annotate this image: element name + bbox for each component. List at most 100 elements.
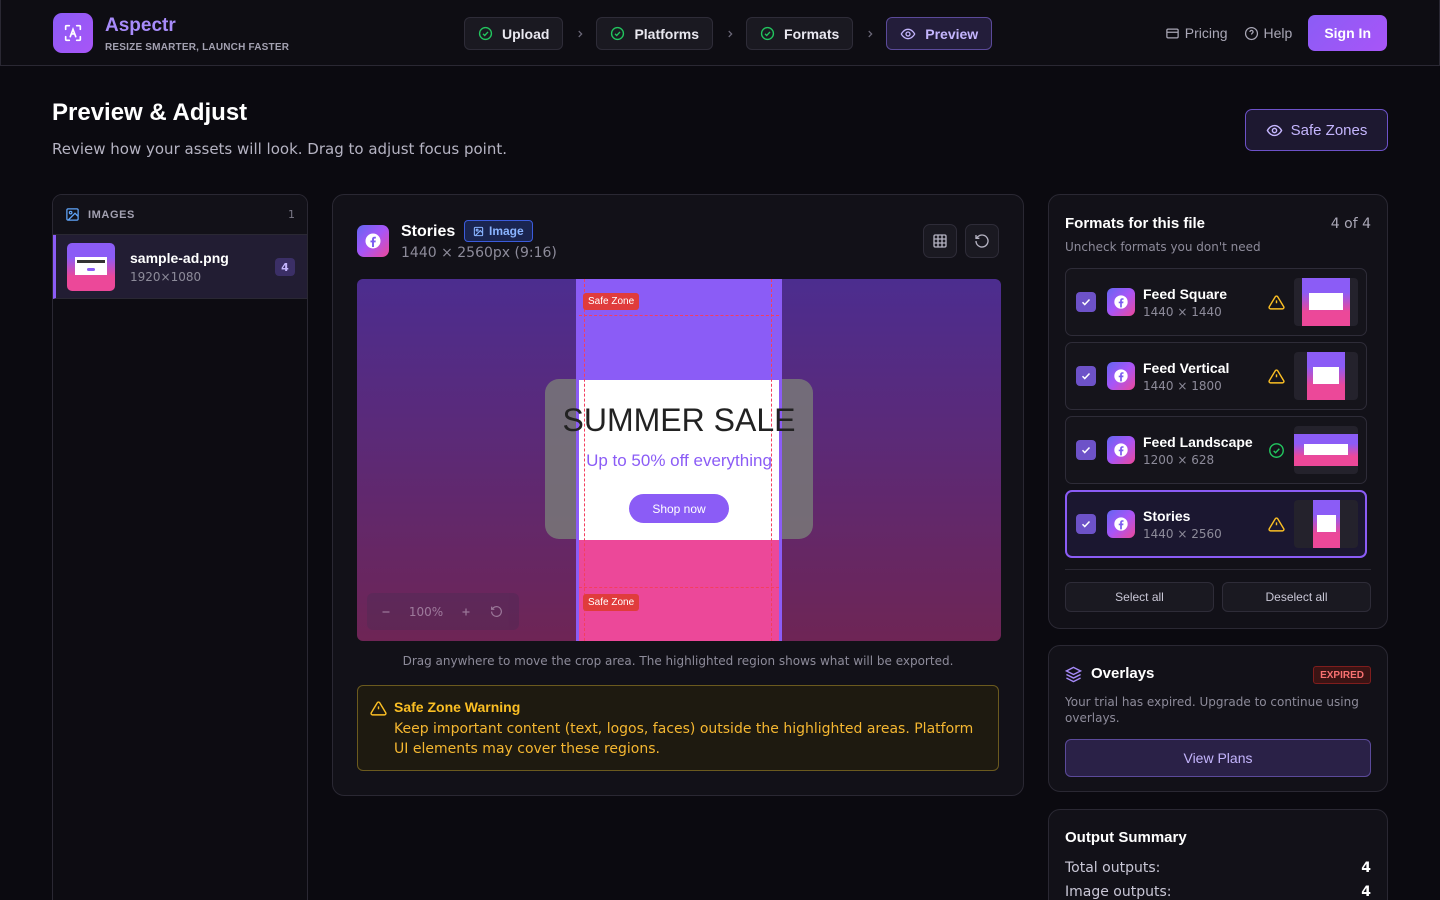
format-dimensions: 1440 × 1800	[1143, 379, 1222, 393]
check-circle-icon	[611, 26, 625, 41]
format-name: Stories	[1143, 508, 1191, 524]
step-preview[interactable]: Preview	[886, 17, 993, 50]
grid-toggle-button[interactable]	[923, 224, 957, 258]
file-thumbnail	[67, 242, 115, 291]
images-count: 1	[288, 208, 295, 221]
check-circle-icon	[760, 26, 775, 41]
step-upload[interactable]: Upload	[464, 17, 564, 50]
images-panel: IMAGES 1 sample-ad.png 1920×1080 4	[52, 194, 308, 900]
zoom-reset-button[interactable]	[483, 599, 509, 625]
zoom-level: 100%	[408, 604, 444, 619]
summary-label: Image outputs:	[1065, 884, 1172, 900]
select-all-button[interactable]: Select all	[1065, 582, 1214, 612]
page-subtitle: Review how your assets will look. Drag t…	[52, 140, 507, 158]
plus-icon	[462, 608, 470, 615]
sign-in-button[interactable]: Sign In	[1308, 15, 1387, 51]
image-icon	[66, 208, 79, 221]
image-icon	[473, 226, 484, 236]
deselect-all-button[interactable]: Deselect all	[1222, 582, 1371, 612]
summary-value: 4	[1361, 884, 1371, 900]
format-name: Feed Square	[1143, 286, 1228, 302]
format-checkbox[interactable]	[1076, 366, 1096, 386]
format-card-feed-vertical[interactable]: Feed Vertical 1440 × 1800	[1065, 342, 1367, 410]
format-card-feed-square[interactable]: Feed Square 1440 × 1440	[1065, 268, 1367, 336]
crop-hint: Drag anywhere to move the crop area. The…	[402, 654, 954, 668]
crop-bg-bottom	[579, 540, 779, 641]
help-link[interactable]: Help	[1244, 25, 1293, 41]
pricing-label: Pricing	[1184, 25, 1228, 41]
format-preview-thumbnail	[1294, 278, 1358, 326]
summary-row-total: Total outputs: 4	[1065, 860, 1371, 880]
credit-card-icon	[1165, 28, 1179, 38]
preview-dimensions: 1440 × 2560px (9:16)	[401, 245, 557, 261]
formats-panel-subtitle: Uncheck formats you don't need	[1065, 240, 1261, 254]
format-checkbox[interactable]	[1076, 440, 1096, 460]
format-checkbox[interactable]	[1076, 514, 1096, 534]
format-checkbox[interactable]	[1076, 292, 1096, 312]
aspect-ratio-icon	[64, 24, 82, 42]
zoom-in-button[interactable]	[453, 599, 479, 625]
format-dimensions: 1200 × 628	[1143, 453, 1215, 467]
help-circle-icon	[1244, 26, 1258, 40]
formats-panel-title: Formats for this file	[1065, 215, 1206, 232]
chevron-right-icon	[563, 29, 596, 39]
format-dimensions: 1440 × 2560	[1143, 527, 1222, 541]
zoom-out-button[interactable]	[373, 599, 399, 625]
file-list-item[interactable]: sample-ad.png 1920×1080 4	[53, 235, 307, 299]
format-count-badge: 4	[275, 258, 295, 276]
file-dimensions: 1920×1080	[130, 270, 202, 284]
formats-divider	[1065, 569, 1371, 570]
app-logo[interactable]	[53, 13, 93, 53]
step-platforms[interactable]: Platforms	[596, 17, 714, 50]
step-formats[interactable]: Formats	[746, 17, 854, 50]
formats-panel: Formats for this file 4 of 4 Uncheck for…	[1048, 194, 1388, 629]
chevron-right-icon	[713, 29, 746, 39]
format-dimensions: 1440 × 1440	[1143, 305, 1222, 319]
safe-zone-label-bottom: Safe Zone	[583, 594, 640, 611]
preview-format-name: Stories	[401, 223, 456, 240]
alert-triangle-icon	[370, 701, 387, 716]
check-icon	[1081, 446, 1091, 454]
step-label: Upload	[502, 25, 550, 42]
check-icon	[1081, 372, 1091, 380]
facebook-icon	[357, 225, 389, 257]
wizard-steps: Upload Platforms Formats Preview	[464, 17, 993, 50]
asset-type-label: Image	[489, 224, 524, 238]
facebook-icon	[1107, 510, 1135, 538]
app-tagline: RESIZE SMARTER, LAUNCH FASTER	[105, 42, 290, 53]
alert-triangle-icon	[1268, 369, 1285, 384]
safe-zones-toggle-button[interactable]: Safe Zones	[1245, 109, 1388, 151]
view-plans-button[interactable]: View Plans	[1065, 739, 1371, 777]
format-card-stories[interactable]: Stories 1440 × 2560	[1065, 490, 1367, 558]
chevron-right-icon	[853, 29, 886, 39]
pricing-link[interactable]: Pricing	[1165, 25, 1228, 41]
facebook-icon	[1107, 288, 1135, 316]
safe-zone-warning: Safe Zone Warning Keep important content…	[357, 685, 999, 771]
header-actions: Pricing Help Sign In	[1165, 15, 1387, 51]
facebook-icon	[1107, 436, 1135, 464]
rotate-ccw-icon	[490, 606, 502, 617]
check-circle-icon	[1269, 443, 1284, 458]
preview-panel: Stories Image 1440 × 2560px (9:16) Safe …	[332, 194, 1024, 796]
warning-title: Safe Zone Warning	[394, 699, 521, 715]
step-label: Formats	[784, 25, 840, 42]
check-icon	[1081, 520, 1091, 528]
minus-icon	[382, 610, 390, 613]
ad-cta-button: Shop now	[629, 494, 729, 523]
overlays-panel: Overlays EXPIRED Your trial has expired.…	[1048, 645, 1388, 792]
help-label: Help	[1263, 25, 1293, 41]
step-label: Preview	[925, 25, 979, 42]
rotate-ccw-icon	[975, 234, 989, 248]
format-name: Feed Landscape	[1143, 434, 1253, 450]
summary-value: 4	[1361, 860, 1371, 876]
format-card-feed-landscape[interactable]: Feed Landscape 1200 × 628	[1065, 416, 1367, 484]
safe-zones-label: Safe Zones	[1290, 121, 1368, 139]
expired-badge: EXPIRED	[1313, 666, 1371, 684]
layers-icon	[1065, 666, 1082, 683]
page-title: Preview & Adjust	[52, 99, 248, 126]
images-panel-header: IMAGES 1	[53, 195, 307, 235]
ad-subheadline: Up to 50% off everything	[586, 451, 772, 470]
crop-canvas[interactable]: Safe Zone Safe Zone SUMMER SALE Up to 50…	[357, 279, 1001, 641]
format-preview-thumbnail	[1294, 352, 1358, 400]
reset-crop-button[interactable]	[965, 224, 999, 258]
